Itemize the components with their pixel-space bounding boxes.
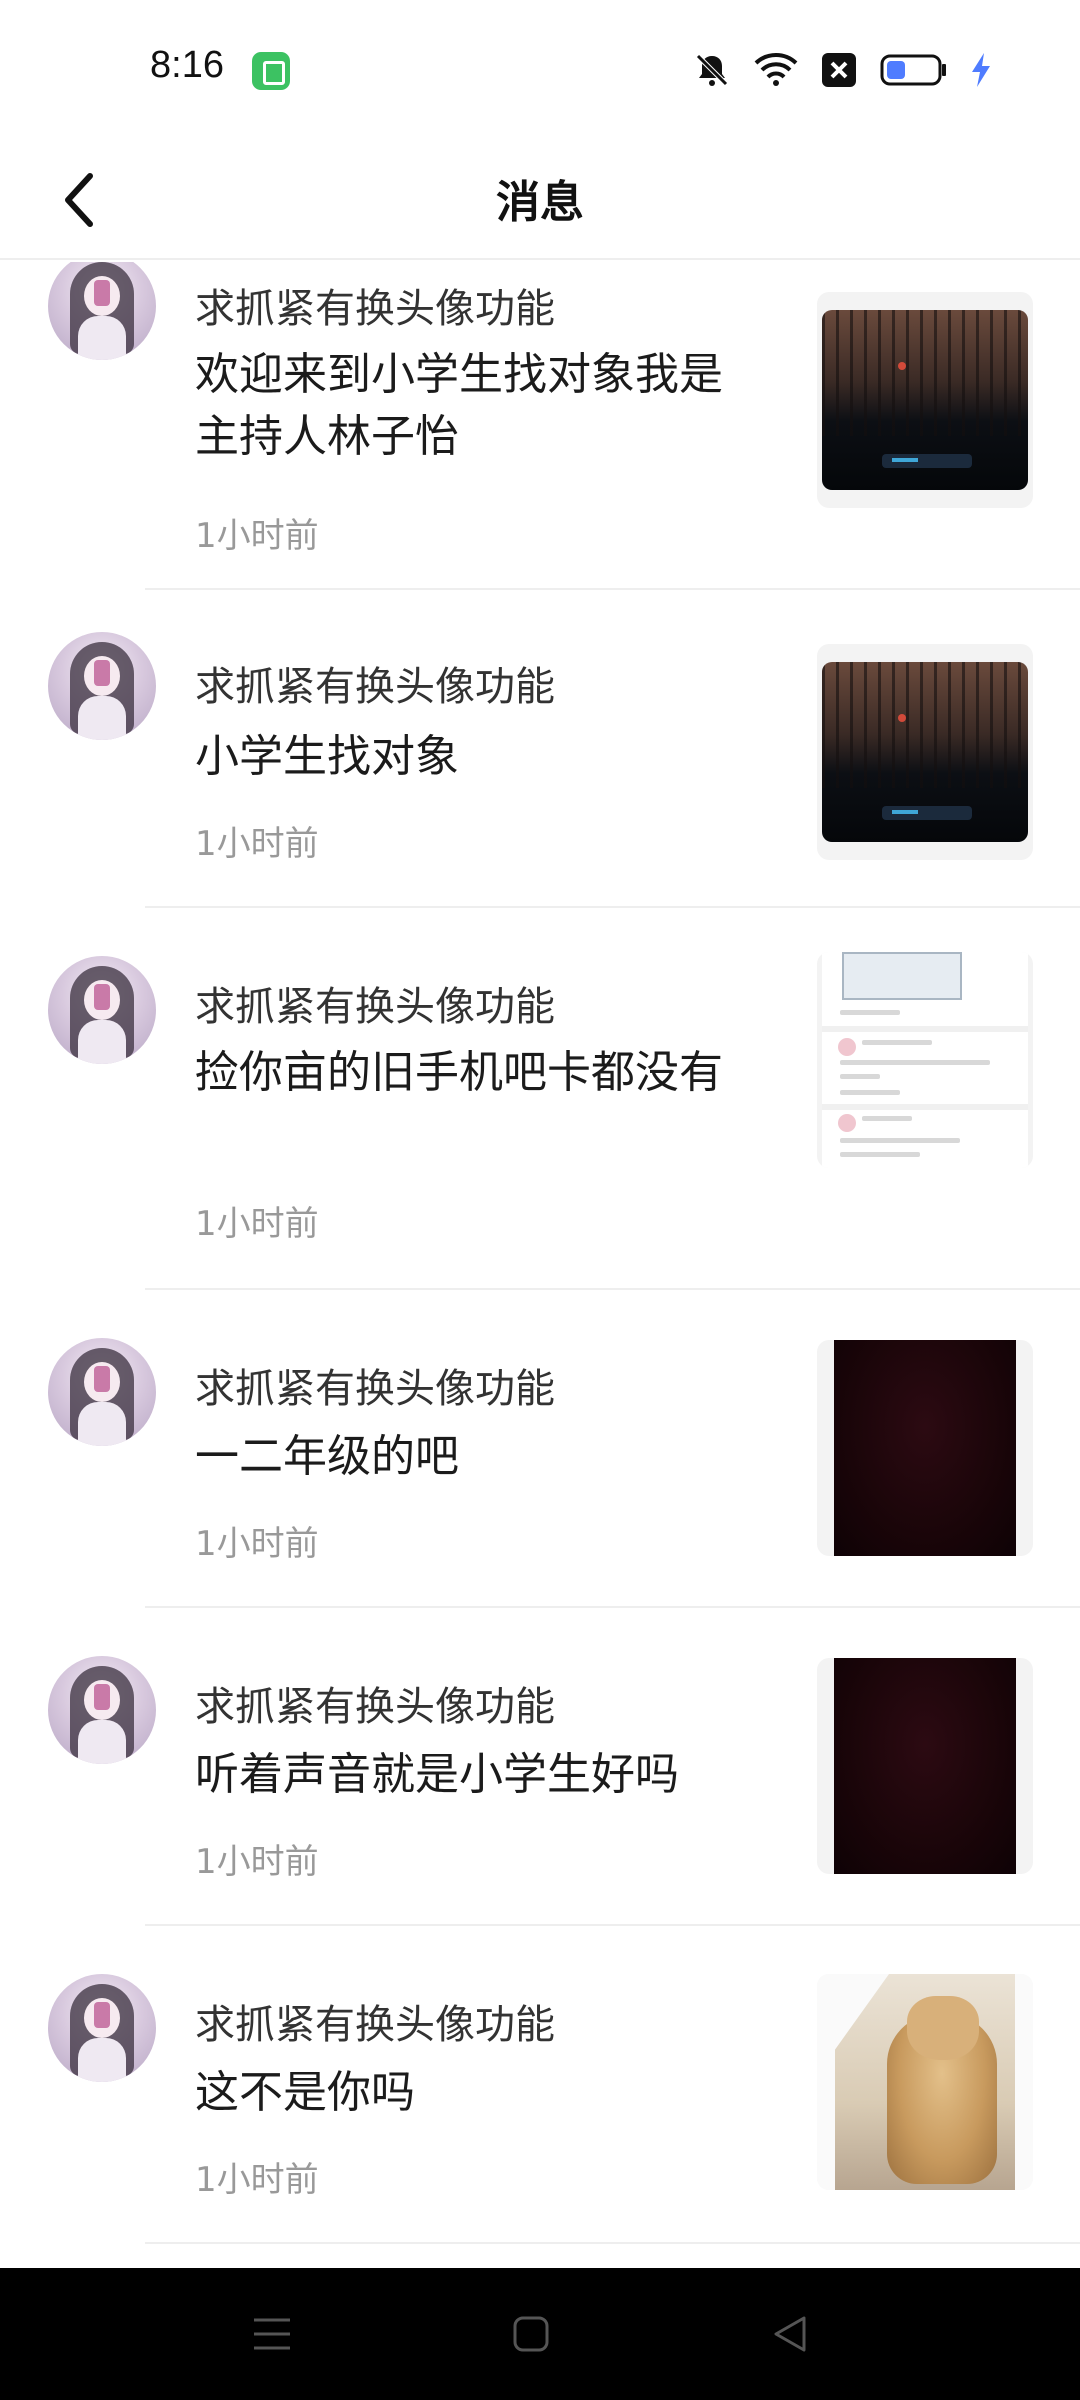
sender-name: 求抓紧有换头像功能: [195, 286, 555, 332]
message-text: 这不是你吗: [195, 2067, 415, 2118]
message-text: 欢迎来到小学生找对象我是主持人林子怡: [195, 349, 723, 462]
sim-x-icon: [822, 53, 856, 87]
message-time: 1小时前: [195, 1842, 319, 1882]
sender-name: 求抓紧有换头像功能: [195, 1684, 555, 1730]
message-time: 1小时前: [195, 1204, 319, 1244]
wifi-icon: [754, 53, 798, 86]
avatar[interactable]: [48, 1656, 156, 1764]
message-item[interactable]: 求抓紧有换头像功能 这不是你吗 1小时前: [0, 1926, 1080, 2244]
message-time: 1小时前: [195, 824, 319, 864]
thumbnail-image[interactable]: [817, 292, 1033, 508]
thumbnail-image[interactable]: [817, 1658, 1033, 1874]
menu-icon: [254, 2318, 290, 2350]
sender-name: 求抓紧有换头像功能: [195, 984, 555, 1030]
message-list[interactable]: 求抓紧有换头像功能 欢迎来到小学生找对象我是主持人林子怡 1小时前 求抓紧有换头…: [0, 262, 1080, 2268]
avatar[interactable]: [48, 262, 156, 360]
thumbnail-image[interactable]: [817, 1974, 1033, 2190]
bell-muted-icon: [696, 54, 728, 86]
battery-icon: [880, 54, 946, 86]
message-item[interactable]: 求抓紧有换头像功能 一二年级的吧 1小时前: [0, 1290, 1080, 1608]
charging-icon: [972, 53, 990, 87]
message-text: 小学生找对象: [195, 731, 459, 782]
home-button[interactable]: [495, 2298, 567, 2370]
message-item[interactable]: 求抓紧有换头像功能 听着声音就是小学生好吗 1小时前: [0, 1608, 1080, 1926]
message-item[interactable]: 求抓紧有换头像功能 捡你亩的旧手机吧卡都没有 1小时前: [0, 908, 1080, 1290]
app-badge-icon: [252, 52, 290, 90]
message-text: 一二年级的吧: [195, 1431, 459, 1482]
sender-name: 求抓紧有换头像功能: [195, 1366, 555, 1412]
avatar[interactable]: [48, 956, 156, 1064]
message-time: 1小时前: [195, 2160, 319, 2200]
avatar[interactable]: [48, 1338, 156, 1446]
sender-name: 求抓紧有换头像功能: [195, 664, 555, 710]
message-text: 听着声音就是小学生好吗: [195, 1749, 679, 1800]
message-time: 1小时前: [195, 1524, 319, 1564]
thumbnail-image[interactable]: [817, 952, 1033, 1168]
thumbnail-image[interactable]: [817, 1340, 1033, 1556]
avatar[interactable]: [48, 632, 156, 740]
message-item[interactable]: 求抓紧有换头像功能 欢迎来到小学生找对象我是主持人林子怡 1小时前: [0, 262, 1080, 590]
header: 消息: [0, 140, 1080, 260]
home-square-icon: [513, 2316, 549, 2352]
message-time: 1小时前: [195, 516, 319, 556]
status-time: 8:16: [150, 44, 224, 86]
message-text: 捡你亩的旧手机吧卡都没有: [195, 1047, 723, 1098]
status-icons: [692, 46, 992, 94]
thumbnail-image[interactable]: [817, 644, 1033, 860]
page-title: 消息: [496, 177, 584, 228]
back-triangle-icon: [774, 2316, 806, 2352]
message-item[interactable]: 求抓紧有换头像功能 小学生找对象 1小时前: [0, 590, 1080, 908]
divider: [145, 2242, 1080, 2244]
status-bar: 8:16: [0, 0, 1080, 140]
avatar[interactable]: [48, 1974, 156, 2082]
sender-name: 求抓紧有换头像功能: [195, 2002, 555, 2048]
back-nav-button[interactable]: [754, 2298, 826, 2370]
menu-button[interactable]: [236, 2298, 308, 2370]
navigation-bar: [0, 2268, 1080, 2400]
